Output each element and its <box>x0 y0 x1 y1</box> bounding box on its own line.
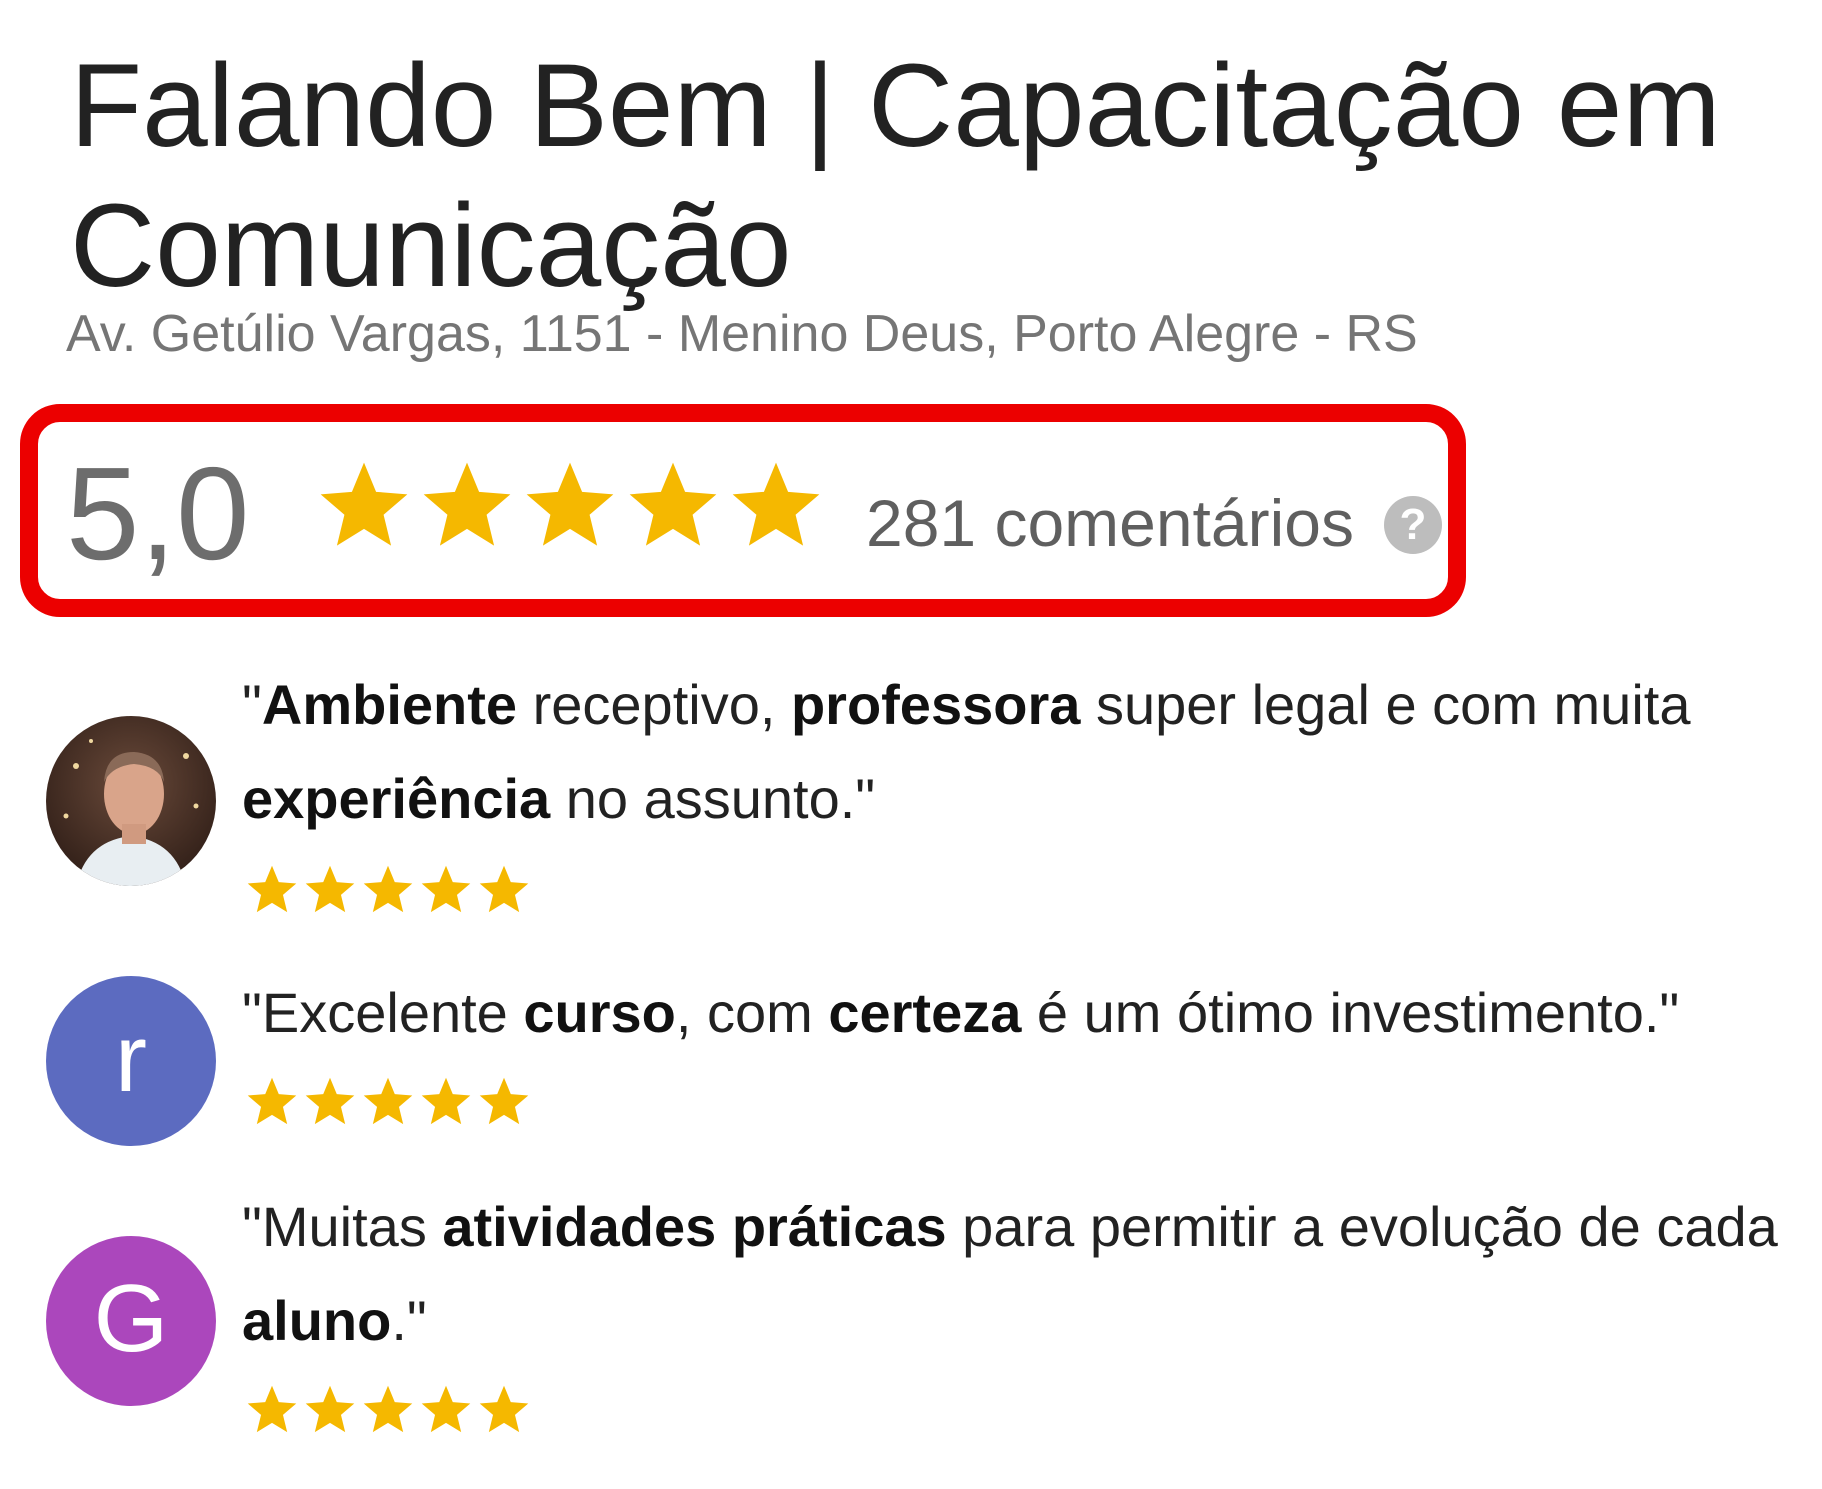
rating-value: 5,0 <box>66 440 250 587</box>
review-text-segment: é um ótimo investimento." <box>1021 981 1680 1044</box>
review-keyword: certeza <box>828 981 1022 1044</box>
review-keyword: atividades práticas <box>442 1195 947 1258</box>
star-icon <box>479 1077 529 1125</box>
review-keyword: curso <box>523 981 676 1044</box>
review-keyword: experiência <box>242 767 551 830</box>
review-text-segment: , com <box>675 981 829 1044</box>
star-icon <box>421 865 471 913</box>
review-keyword: professora <box>790 673 1081 736</box>
question-mark-icon[interactable]: ? <box>1384 496 1442 554</box>
review-text-segment: no assunto." <box>550 767 876 830</box>
star-icon <box>363 865 413 913</box>
star-icon <box>423 462 511 546</box>
star-icon <box>363 1385 413 1433</box>
star-icon <box>305 1077 355 1125</box>
star-icon <box>629 462 717 546</box>
star-icon <box>421 1385 471 1433</box>
review-text-segment: "Muitas <box>242 1195 443 1258</box>
review-text-segment: receptivo, <box>517 673 791 736</box>
star-icon <box>421 1077 471 1125</box>
star-icon <box>526 462 614 546</box>
review-text-segment: "Excelente <box>242 981 524 1044</box>
star-icon <box>305 865 355 913</box>
review-text: "Excelente curso, com certeza é um ótimo… <box>242 966 1802 1060</box>
avatar-letter-r: r <box>46 976 216 1146</box>
star-icon <box>305 1385 355 1433</box>
business-title[interactable]: Falando Bem | Capacitação em Comunicação <box>70 36 1790 316</box>
avatar-letter-g: G <box>46 1236 216 1406</box>
star-icon <box>247 1385 297 1433</box>
review-stars <box>244 1382 532 1438</box>
avatar-initial: G <box>93 1265 169 1372</box>
star-icon <box>320 462 408 546</box>
review-text-segment: ." <box>391 1289 427 1352</box>
review-text: "Muitas atividades práticas para permiti… <box>242 1180 1802 1368</box>
review-count-link[interactable]: 281 comentários <box>866 486 1354 560</box>
star-icon <box>479 865 529 913</box>
review-keyword: aluno <box>242 1289 392 1352</box>
star-icon <box>479 1385 529 1433</box>
review-text: "Ambiente receptivo, professora super le… <box>242 658 1802 846</box>
review-stars <box>244 862 532 918</box>
review-text-segment: " <box>242 673 262 736</box>
review-text-segment: super legal e com muita <box>1080 673 1691 736</box>
star-icon <box>247 1077 297 1125</box>
review-stars <box>244 1074 532 1130</box>
avatar-initial: r <box>115 1005 147 1112</box>
star-icon <box>247 865 297 913</box>
avatar-photo <box>46 716 216 886</box>
rating-stars <box>314 456 826 556</box>
star-icon <box>732 462 820 546</box>
business-address: Av. Getúlio Vargas, 1151 - Menino Deus, … <box>66 305 1418 363</box>
star-icon <box>363 1077 413 1125</box>
review-keyword: Ambiente <box>261 673 518 736</box>
review-text-segment: para permitir a evolução de cada <box>946 1195 1778 1258</box>
